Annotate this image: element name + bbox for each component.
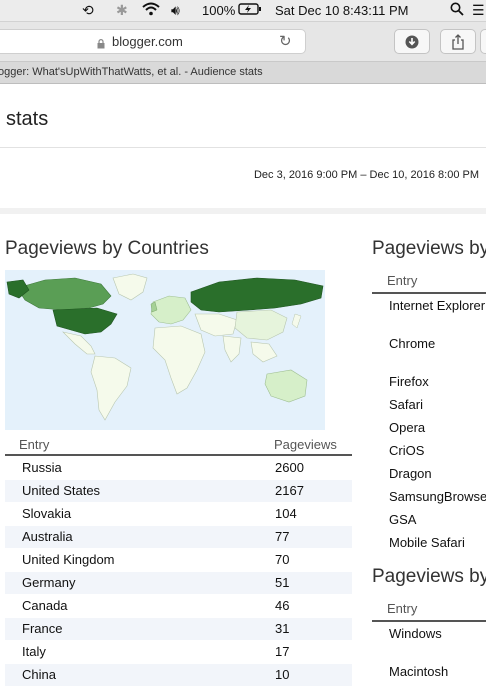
date-range-bar: Dec 3, 2016 9:00 PM – Dec 10, 2016 8:00 … <box>0 148 486 208</box>
browser-toolbar: blogger.com ↻ <box>0 22 486 62</box>
address-bar[interactable]: blogger.com ↻ <box>0 29 306 54</box>
browser-entry: Opera <box>389 420 426 435</box>
table-row: Italy 17 <box>5 641 352 663</box>
browser-entry: CriOS <box>389 443 425 458</box>
browser-entry: GSA <box>389 512 417 527</box>
browser-entry: Firefox <box>389 374 429 389</box>
table-row: Germany 51 <box>5 572 352 594</box>
country-pageviews: 77 <box>275 529 290 544</box>
os-entry: Macintosh <box>389 664 449 679</box>
browser-entry: Dragon <box>389 466 432 481</box>
country-pageviews: 2167 <box>275 483 304 498</box>
country-pageviews: 51 <box>275 575 290 590</box>
country-name: Germany <box>22 575 76 590</box>
browsers-col-entry[interactable]: Entry <box>387 273 417 288</box>
section-divider <box>0 208 486 214</box>
country-pageviews: 104 <box>275 506 297 521</box>
volume-icon[interactable]: 🔊︎ <box>171 2 180 19</box>
country-pageviews: 2600 <box>275 460 304 475</box>
country-name: Russia <box>22 460 62 475</box>
table-row: Russia 2600 <box>5 457 352 479</box>
mac-menubar: ⟲ ✱ 🔊︎ 100% Sat Dec 10 8:43:11 PM ☰ <box>0 0 486 22</box>
countries-col-pageviews[interactable]: Pageviews <box>274 437 337 452</box>
lock-icon <box>97 36 105 49</box>
download-icon <box>405 35 419 48</box>
notification-center-icon[interactable]: ☰ <box>472 2 485 19</box>
bluetooth-icon[interactable]: ✱ <box>116 2 128 19</box>
reload-icon[interactable]: ↻ <box>279 32 292 50</box>
browser-entry: SamsungBrowse <box>389 489 486 504</box>
wifi-icon[interactable] <box>142 2 160 19</box>
tab-active[interactable]: ogger: What'sUpWithThatWatts, et al. - A… <box>0 66 263 78</box>
table-row: United Kingdom 70 <box>5 549 352 571</box>
countries-section-title: Pageviews by Countries <box>5 238 209 259</box>
countries-col-entry[interactable]: Entry <box>19 437 49 452</box>
table-row: China 10 <box>5 664 352 686</box>
country-name: China <box>22 667 56 682</box>
menubar-clock[interactable]: Sat Dec 10 8:43:11 PM <box>275 3 408 18</box>
downloads-button[interactable] <box>394 29 430 54</box>
os-header-rule <box>372 620 486 622</box>
country-pageviews: 10 <box>275 667 290 682</box>
country-name: Slovakia <box>22 506 72 521</box>
spotlight-search-icon[interactable] <box>450 2 464 19</box>
os-entry: Windows <box>389 626 442 641</box>
time-machine-icon[interactable]: ⟲ <box>82 2 94 19</box>
browser-entry: Internet Explorer <box>389 298 486 313</box>
date-range-label[interactable]: Dec 3, 2016 9:00 PM – Dec 10, 2016 8:00 … <box>254 169 479 181</box>
world-map-svg <box>5 270 325 430</box>
country-pageviews: 17 <box>275 644 290 659</box>
battery-percent: 100% <box>202 3 236 18</box>
share-icon <box>452 33 464 50</box>
address-bar-url: blogger.com <box>112 34 183 49</box>
table-row: Australia 77 <box>5 526 352 548</box>
battery-charging-icon[interactable] <box>238 2 262 19</box>
country-name: United Kingdom <box>22 552 115 567</box>
country-pageviews: 31 <box>275 621 290 636</box>
os-section-title: Pageviews by <box>372 566 486 587</box>
table-row: United States 2167 <box>5 480 352 502</box>
table-row: Slovakia 104 <box>5 503 352 525</box>
browsers-header-rule <box>372 292 486 294</box>
country-name: United States <box>22 483 101 498</box>
country-pageviews: 46 <box>275 598 290 613</box>
page-header: stats <box>0 84 486 148</box>
page-title: stats <box>6 108 49 130</box>
browser-entry: Chrome <box>389 336 436 351</box>
country-name: France <box>22 621 63 636</box>
tab-strip: ogger: What'sUpWithThatWatts, et al. - A… <box>0 62 486 84</box>
countries-header-rule <box>5 454 352 456</box>
table-row: Canada 46 <box>5 595 352 617</box>
browser-entry: Safari <box>389 397 423 412</box>
share-button[interactable] <box>440 29 476 54</box>
tabs-button[interactable] <box>480 29 486 54</box>
world-map[interactable] <box>5 270 325 430</box>
country-pageviews: 70 <box>275 552 290 567</box>
country-name: Australia <box>22 529 73 544</box>
country-name: Italy <box>22 644 46 659</box>
country-name: Canada <box>22 598 68 613</box>
browser-entry: Mobile Safari <box>389 535 465 550</box>
os-col-entry[interactable]: Entry <box>387 601 417 616</box>
browsers-section-title: Pageviews by <box>372 238 486 259</box>
table-row: France 31 <box>5 618 352 640</box>
